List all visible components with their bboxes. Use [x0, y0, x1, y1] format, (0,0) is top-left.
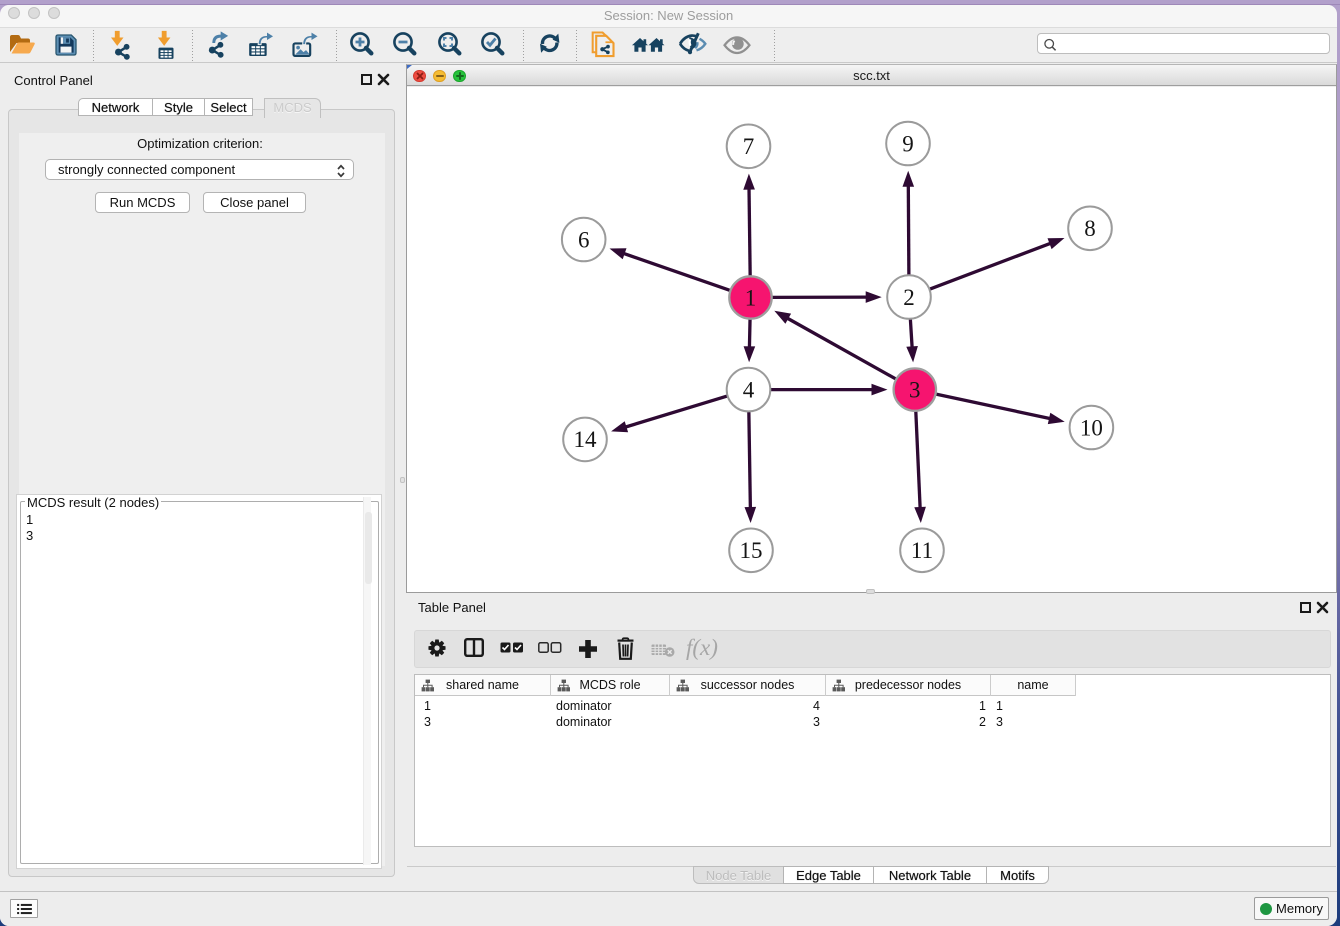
svg-text:6: 6: [578, 227, 590, 252]
svg-text:11: 11: [911, 538, 933, 563]
svg-text:9: 9: [902, 131, 914, 156]
svg-text:14: 14: [574, 427, 598, 452]
svg-text:1: 1: [745, 285, 757, 310]
svg-text:3: 3: [909, 377, 921, 402]
svg-text:4: 4: [743, 377, 755, 402]
svg-text:10: 10: [1080, 415, 1103, 440]
svg-text:8: 8: [1084, 216, 1096, 241]
svg-text:2: 2: [903, 285, 915, 310]
svg-text:7: 7: [743, 134, 755, 159]
svg-text:15: 15: [740, 538, 763, 563]
